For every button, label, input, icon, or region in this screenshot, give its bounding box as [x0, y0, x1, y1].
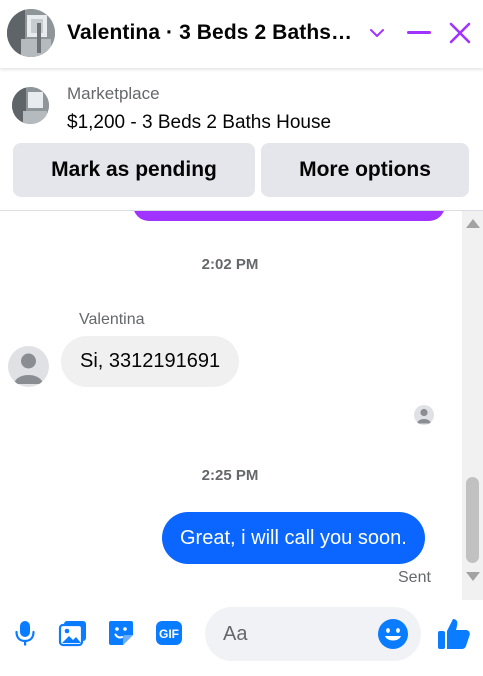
- chat-header: Valentina · 3 Beds 2 Baths House: [0, 0, 483, 68]
- photo-icon[interactable]: [58, 618, 88, 648]
- svg-text:GIF: GIF: [159, 627, 179, 641]
- sender-avatar[interactable]: [8, 346, 49, 387]
- message-thread: 2:02 PM Valentina Si, 3312191691 2:25 PM…: [0, 211, 483, 600]
- listing-source: Marketplace: [67, 84, 160, 103]
- contact-avatar[interactable]: [7, 9, 55, 57]
- scrollbar-thumb[interactable]: [466, 477, 479, 563]
- mark-as-pending-button[interactable]: Mark as pending: [13, 143, 255, 197]
- sticker-icon[interactable]: [106, 618, 136, 648]
- thumbs-up-icon[interactable]: [436, 616, 472, 652]
- message-input-container[interactable]: [205, 607, 421, 661]
- timestamp: 2:25 PM: [201, 467, 259, 484]
- scroll-down-arrow-icon[interactable]: [466, 572, 480, 581]
- outgoing-message[interactable]: Great, i will call you soon.: [162, 512, 425, 564]
- scroll-up-arrow-icon[interactable]: [466, 219, 480, 228]
- microphone-icon[interactable]: [10, 618, 40, 648]
- listing-panel: Marketplace $1,200 - 3 Beds 2 Baths Hous…: [0, 68, 483, 211]
- listing-title[interactable]: $1,200 - 3 Beds 2 Baths House: [67, 112, 331, 134]
- scrollbar[interactable]: [462, 211, 483, 600]
- listing-thumbnail[interactable]: [12, 87, 49, 124]
- seen-indicator-avatar: [414, 405, 434, 425]
- close-icon[interactable]: [445, 18, 475, 48]
- more-options-button[interactable]: More options: [261, 143, 469, 197]
- incoming-message[interactable]: Si, 3312191691: [61, 336, 240, 387]
- message-status: Sent: [398, 569, 431, 586]
- message-composer: GIF: [0, 600, 483, 676]
- chevron-down-icon[interactable]: [362, 18, 392, 48]
- gif-icon[interactable]: GIF: [154, 618, 184, 648]
- minimize-icon[interactable]: [404, 18, 434, 48]
- conversation-title[interactable]: Valentina · 3 Beds 2 Baths House: [67, 21, 355, 45]
- emoji-icon[interactable]: [377, 618, 409, 650]
- previous-message-bubble: [133, 211, 445, 221]
- message-input[interactable]: [223, 607, 373, 661]
- sender-name: Valentina: [79, 311, 145, 328]
- timestamp: 2:02 PM: [201, 256, 259, 273]
